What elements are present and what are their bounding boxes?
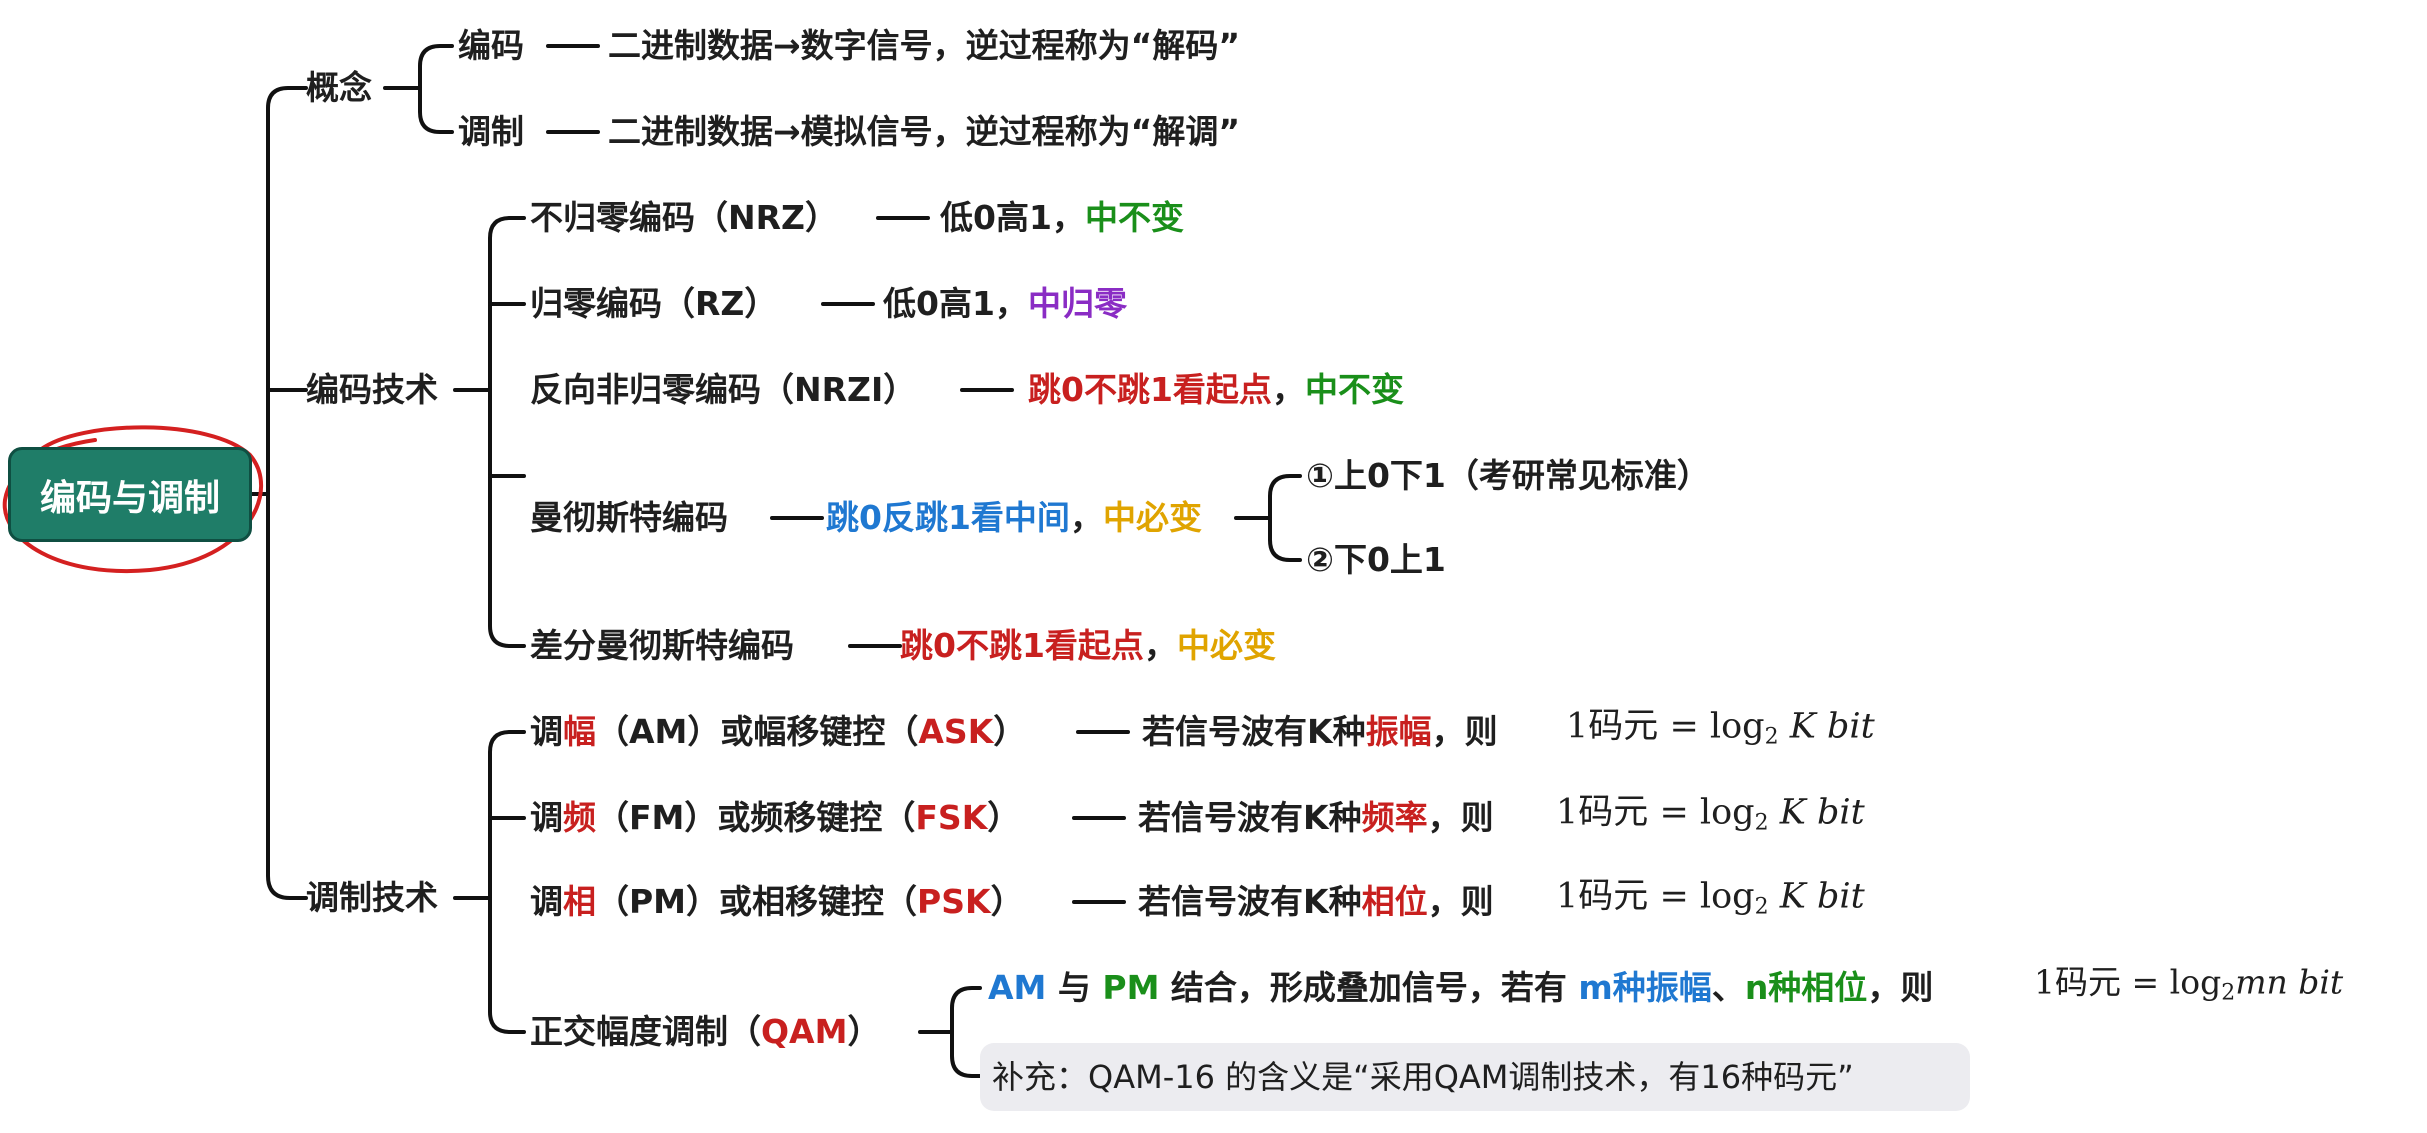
encode-desc: 二进制数据→数字信号，逆过程称为“解码” <box>608 26 1241 65</box>
modulation-bracket-bottom <box>488 896 526 1034</box>
manchester-option-2: ②下0上1 <box>1306 540 1446 579</box>
coding-node: 编码技术 <box>306 370 438 409</box>
nrz-desc: 低0高1，中不变 <box>940 198 1184 237</box>
modulation-bracket-top <box>488 730 526 900</box>
rz-node: 归零编码（RZ） <box>530 284 778 323</box>
modulate-desc: 二进制数据→模拟信号，逆过程称为“解调” <box>608 112 1241 151</box>
diff-manchester-node: 差分曼彻斯特编码 <box>530 626 794 665</box>
rz-desc: 低0高1，中归零 <box>883 284 1127 323</box>
manchester-bracket-bottom <box>1268 516 1302 562</box>
modulate-node: 调制 <box>458 112 524 151</box>
encode-node: 编码 <box>458 26 524 65</box>
am-desc: 若信号波有K种振幅，则 <box>1142 712 1498 751</box>
nrz-node: 不归零编码（NRZ） <box>530 198 838 237</box>
nrz-highlight: 中不变 <box>1084 198 1184 237</box>
main-bracket-bottom <box>266 492 308 900</box>
qam-node: 正交幅度调制（QAM） <box>530 1012 881 1051</box>
fm-formula: 1码元 = log2 K bit <box>1556 792 1865 836</box>
manchester-bracket-top <box>1268 474 1302 520</box>
am-node: 调幅（AM）或幅移键控（ASK） <box>530 712 1027 751</box>
fm-node: 调频（FM）或频移键控（FSK） <box>530 798 1021 837</box>
pm-formula: 1码元 = log2 K bit <box>1556 876 1865 920</box>
pm-node: 调相（PM）或相移键控（PSK） <box>530 882 1024 921</box>
main-bracket-top <box>266 86 308 496</box>
concept-bracket-bottom <box>418 86 454 134</box>
qam-bracket-bottom <box>950 1030 984 1078</box>
root-label: 编码与调制 <box>39 477 220 519</box>
qam-note-text: 补充：QAM-16 的含义是“采用QAM调制技术，有16种码元” <box>992 1058 1854 1096</box>
concept-bracket-top <box>418 44 454 90</box>
am-formula: 1码元 = log2 K bit <box>1566 706 1875 750</box>
manchester-node: 曼彻斯特编码 <box>530 498 728 537</box>
nrzi-desc: 跳0不跳1看起点，中不变 <box>1028 370 1404 409</box>
qam-note: 补充：QAM-16 的含义是“采用QAM调制技术，有16种码元” <box>980 1043 1970 1111</box>
manchester-desc: 跳0反跳1看中间，中必变 <box>826 498 1202 537</box>
manchester-option-1: ①上0下1（考研常见标准） <box>1306 456 1710 495</box>
qam-desc: AM 与 PM 结合，形成叠加信号，若有 m种振幅、n种相位，则 <box>988 968 1934 1007</box>
diff-manchester-desc: 跳0不跳1看起点，中必变 <box>900 626 1276 665</box>
concept-node: 概念 <box>306 68 372 107</box>
qam-formula: 1码元 = log2mn bit <box>2034 962 2344 1006</box>
fm-desc: 若信号波有K种频率，则 <box>1138 798 1494 837</box>
rz-highlight: 中归零 <box>1027 284 1127 323</box>
nrzi-node: 反向非归零编码（NRZI） <box>530 370 917 409</box>
root-node: 编码与调制 <box>8 447 252 542</box>
qam-bracket-top <box>950 986 982 1034</box>
coding-bracket-bottom <box>488 388 526 648</box>
pm-desc: 若信号波有K种相位，则 <box>1138 882 1494 921</box>
modulation-node: 调制技术 <box>306 878 438 917</box>
